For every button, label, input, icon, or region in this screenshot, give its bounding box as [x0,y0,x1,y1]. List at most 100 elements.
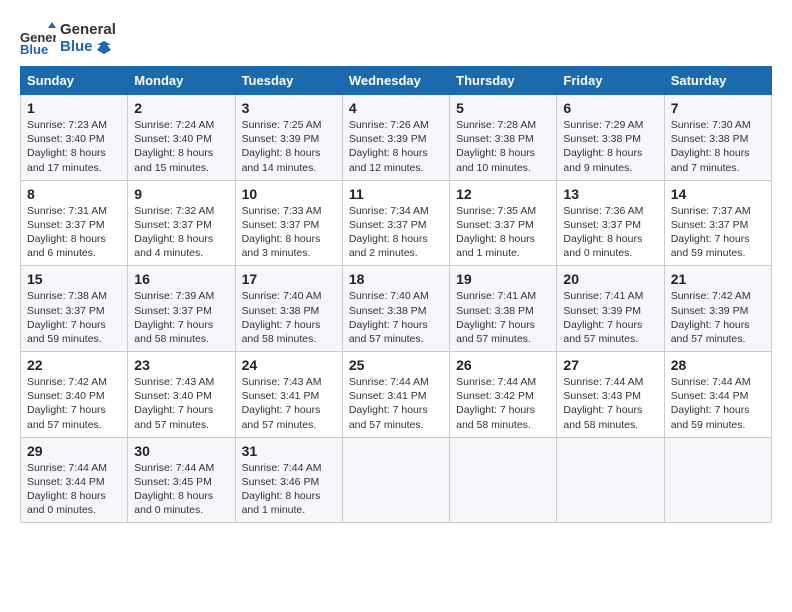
day-number: 9 [134,186,228,202]
calendar-cell: 20 Sunrise: 7:41 AMSunset: 3:39 PMDaylig… [557,266,664,352]
weekday-monday: Monday [128,67,235,95]
weekday-friday: Friday [557,67,664,95]
day-number: 22 [27,357,121,373]
day-number: 5 [456,100,550,116]
day-info: Sunrise: 7:40 AMSunset: 3:38 PMDaylight:… [242,289,336,346]
day-number: 3 [242,100,336,116]
day-info: Sunrise: 7:44 AMSunset: 3:42 PMDaylight:… [456,375,550,432]
day-number: 21 [671,271,765,287]
calendar-cell [450,437,557,523]
calendar-cell: 4 Sunrise: 7:26 AMSunset: 3:39 PMDayligh… [342,95,449,181]
calendar-cell: 15 Sunrise: 7:38 AMSunset: 3:37 PMDaylig… [21,266,128,352]
day-info: Sunrise: 7:35 AMSunset: 3:37 PMDaylight:… [456,204,550,261]
logo: General Blue General Blue [20,20,116,56]
day-number: 12 [456,186,550,202]
calendar-cell [557,437,664,523]
week-row-5: 29 Sunrise: 7:44 AMSunset: 3:44 PMDaylig… [21,437,772,523]
calendar-cell: 5 Sunrise: 7:28 AMSunset: 3:38 PMDayligh… [450,95,557,181]
week-row-4: 22 Sunrise: 7:42 AMSunset: 3:40 PMDaylig… [21,352,772,438]
page-header: General Blue General Blue [20,20,772,56]
week-row-1: 1 Sunrise: 7:23 AMSunset: 3:40 PMDayligh… [21,95,772,181]
week-row-3: 15 Sunrise: 7:38 AMSunset: 3:37 PMDaylig… [21,266,772,352]
day-number: 28 [671,357,765,373]
day-number: 11 [349,186,443,202]
day-number: 8 [27,186,121,202]
calendar-cell: 2 Sunrise: 7:24 AMSunset: 3:40 PMDayligh… [128,95,235,181]
day-number: 20 [563,271,657,287]
weekday-header-row: SundayMondayTuesdayWednesdayThursdayFrid… [21,67,772,95]
day-number: 1 [27,100,121,116]
week-row-2: 8 Sunrise: 7:31 AMSunset: 3:37 PMDayligh… [21,180,772,266]
logo-general: General [60,21,116,38]
weekday-tuesday: Tuesday [235,67,342,95]
day-info: Sunrise: 7:23 AMSunset: 3:40 PMDaylight:… [27,118,121,175]
day-info: Sunrise: 7:43 AMSunset: 3:41 PMDaylight:… [242,375,336,432]
weekday-thursday: Thursday [450,67,557,95]
day-info: Sunrise: 7:39 AMSunset: 3:37 PMDaylight:… [134,289,228,346]
day-info: Sunrise: 7:44 AMSunset: 3:45 PMDaylight:… [134,461,228,518]
calendar-cell: 7 Sunrise: 7:30 AMSunset: 3:38 PMDayligh… [664,95,771,181]
day-info: Sunrise: 7:33 AMSunset: 3:37 PMDaylight:… [242,204,336,261]
day-info: Sunrise: 7:32 AMSunset: 3:37 PMDaylight:… [134,204,228,261]
calendar-cell: 11 Sunrise: 7:34 AMSunset: 3:37 PMDaylig… [342,180,449,266]
logo-bird-icon [97,40,111,54]
calendar-cell: 12 Sunrise: 7:35 AMSunset: 3:37 PMDaylig… [450,180,557,266]
calendar-cell: 17 Sunrise: 7:40 AMSunset: 3:38 PMDaylig… [235,266,342,352]
day-info: Sunrise: 7:41 AMSunset: 3:39 PMDaylight:… [563,289,657,346]
weekday-sunday: Sunday [21,67,128,95]
calendar-cell: 29 Sunrise: 7:44 AMSunset: 3:44 PMDaylig… [21,437,128,523]
calendar-cell: 18 Sunrise: 7:40 AMSunset: 3:38 PMDaylig… [342,266,449,352]
day-number: 13 [563,186,657,202]
day-info: Sunrise: 7:42 AMSunset: 3:40 PMDaylight:… [27,375,121,432]
day-number: 2 [134,100,228,116]
logo-blue: Blue [60,38,116,55]
day-info: Sunrise: 7:43 AMSunset: 3:40 PMDaylight:… [134,375,228,432]
calendar-cell: 8 Sunrise: 7:31 AMSunset: 3:37 PMDayligh… [21,180,128,266]
calendar-cell: 6 Sunrise: 7:29 AMSunset: 3:38 PMDayligh… [557,95,664,181]
day-number: 4 [349,100,443,116]
day-number: 15 [27,271,121,287]
calendar-cell: 31 Sunrise: 7:44 AMSunset: 3:46 PMDaylig… [235,437,342,523]
calendar-cell: 24 Sunrise: 7:43 AMSunset: 3:41 PMDaylig… [235,352,342,438]
calendar-cell: 1 Sunrise: 7:23 AMSunset: 3:40 PMDayligh… [21,95,128,181]
day-info: Sunrise: 7:44 AMSunset: 3:44 PMDaylight:… [671,375,765,432]
logo-icon: General Blue [20,20,56,56]
calendar-body: 1 Sunrise: 7:23 AMSunset: 3:40 PMDayligh… [21,95,772,523]
day-info: Sunrise: 7:44 AMSunset: 3:44 PMDaylight:… [27,461,121,518]
day-info: Sunrise: 7:25 AMSunset: 3:39 PMDaylight:… [242,118,336,175]
calendar-table: SundayMondayTuesdayWednesdayThursdayFrid… [20,66,772,523]
calendar-cell: 27 Sunrise: 7:44 AMSunset: 3:43 PMDaylig… [557,352,664,438]
day-info: Sunrise: 7:30 AMSunset: 3:38 PMDaylight:… [671,118,765,175]
day-info: Sunrise: 7:41 AMSunset: 3:38 PMDaylight:… [456,289,550,346]
day-number: 14 [671,186,765,202]
day-info: Sunrise: 7:34 AMSunset: 3:37 PMDaylight:… [349,204,443,261]
day-info: Sunrise: 7:31 AMSunset: 3:37 PMDaylight:… [27,204,121,261]
day-info: Sunrise: 7:44 AMSunset: 3:46 PMDaylight:… [242,461,336,518]
day-info: Sunrise: 7:24 AMSunset: 3:40 PMDaylight:… [134,118,228,175]
day-number: 30 [134,443,228,459]
calendar-cell: 16 Sunrise: 7:39 AMSunset: 3:37 PMDaylig… [128,266,235,352]
calendar-cell: 26 Sunrise: 7:44 AMSunset: 3:42 PMDaylig… [450,352,557,438]
calendar-cell: 23 Sunrise: 7:43 AMSunset: 3:40 PMDaylig… [128,352,235,438]
day-info: Sunrise: 7:42 AMSunset: 3:39 PMDaylight:… [671,289,765,346]
svg-text:Blue: Blue [20,42,48,56]
day-number: 23 [134,357,228,373]
day-number: 29 [27,443,121,459]
weekday-wednesday: Wednesday [342,67,449,95]
calendar-cell: 13 Sunrise: 7:36 AMSunset: 3:37 PMDaylig… [557,180,664,266]
calendar-cell: 14 Sunrise: 7:37 AMSunset: 3:37 PMDaylig… [664,180,771,266]
calendar-header: SundayMondayTuesdayWednesdayThursdayFrid… [21,67,772,95]
day-info: Sunrise: 7:40 AMSunset: 3:38 PMDaylight:… [349,289,443,346]
day-number: 25 [349,357,443,373]
day-number: 16 [134,271,228,287]
day-number: 27 [563,357,657,373]
calendar-cell: 28 Sunrise: 7:44 AMSunset: 3:44 PMDaylig… [664,352,771,438]
calendar-cell: 9 Sunrise: 7:32 AMSunset: 3:37 PMDayligh… [128,180,235,266]
day-number: 26 [456,357,550,373]
day-info: Sunrise: 7:44 AMSunset: 3:41 PMDaylight:… [349,375,443,432]
day-info: Sunrise: 7:26 AMSunset: 3:39 PMDaylight:… [349,118,443,175]
calendar-cell [664,437,771,523]
calendar-cell: 10 Sunrise: 7:33 AMSunset: 3:37 PMDaylig… [235,180,342,266]
day-info: Sunrise: 7:37 AMSunset: 3:37 PMDaylight:… [671,204,765,261]
day-number: 17 [242,271,336,287]
